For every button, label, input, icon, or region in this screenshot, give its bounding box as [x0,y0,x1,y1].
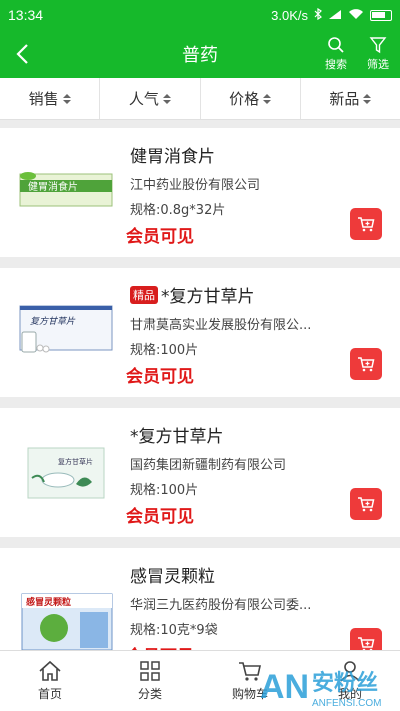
sort-by-price[interactable]: 价格 [201,78,301,119]
product-name: 健胃消食片 [130,147,215,167]
svg-text:健胃消食片: 健胃消食片 [28,180,78,193]
bluetooth-icon [314,7,322,23]
tab-label: 我的 [337,687,362,701]
tab-home[interactable]: 首页 [0,651,100,711]
home-icon [39,660,61,681]
product-price: 会员可见 [126,227,194,247]
cart-icon [239,662,261,681]
product-spec: 规格:100片 [130,483,199,498]
product-price: 会员可见 [126,507,194,527]
product-manufacturer: 江中药业股份有限公司 [130,178,261,193]
product-manufacturer: 甘肃莫高实业发展股份有限公... [130,318,312,333]
product-image: 健胃消食片 [19,172,113,207]
sort-arrows-icon [363,93,372,104]
search-button[interactable]: 搜索 [320,32,352,76]
tab-label: 分类 [137,687,162,701]
add-to-cart-button[interactable] [350,488,382,520]
product-price: 会员可见 [126,367,194,387]
product-spec: 规格:10克*9袋 [130,623,218,638]
premium-badge: 精品 [130,286,158,304]
filter-icon [369,37,387,54]
sort-by-sales[interactable]: 销售 [0,78,101,119]
product-list: 健胃消食片 健胃消食片 江中药业股份有限公司 规格:0.8g*32片 会员可见 … [0,128,400,650]
tab-profile[interactable]: 我的 [300,651,400,711]
product-card[interactable]: 复方甘草片 *复方甘草片 国药集团新疆制药有限公司 规格:100片 会员可见 [0,408,400,537]
product-image: 感冒灵颗粒 [21,593,113,650]
svg-text:感冒灵颗粒: 感冒灵颗粒 [26,596,71,608]
battery-icon [370,9,392,21]
clock: 13:34 [8,7,44,23]
filter-button[interactable]: 筛选 [362,32,394,76]
grid-icon [140,661,160,681]
network-speed: 3.0K/s [271,7,308,23]
product-image: 复方甘草片 [27,447,105,499]
product-price: 会员可见 [126,642,194,650]
sort-arrows-icon [62,93,71,104]
status-bar: 13:34 3.0K/s [0,0,400,30]
add-to-cart-button[interactable] [350,208,382,240]
user-icon [340,661,360,682]
product-manufacturer: 华润三九医药股份有限公司委... [130,598,312,613]
cart-plus-icon [358,357,375,372]
product-name: *复方甘草片 [130,427,224,447]
search-icon [328,37,344,53]
chevron-left-icon [16,44,28,64]
sort-bar: 销售 人气 价格 新品 [0,78,400,120]
sort-label: 销售 [28,90,59,108]
sort-label: 人气 [128,90,159,108]
product-name: 精品 *复方甘草片 [130,282,255,307]
back-button[interactable] [0,30,44,78]
product-card[interactable]: 健胃消食片 健胃消食片 江中药业股份有限公司 规格:0.8g*32片 会员可见 [0,128,400,257]
add-to-cart-button[interactable] [350,628,382,650]
product-card[interactable]: 感冒灵颗粒 感冒灵颗粒 华润三九医药股份有限公司委... 规格:10克*9袋 会… [0,548,400,650]
cart-plus-icon [358,637,375,650]
sort-label: 价格 [229,90,260,108]
product-image: 复方甘草片 [19,305,113,353]
sort-arrows-icon [263,93,272,104]
tab-cart[interactable]: 购物车 [200,651,300,711]
sort-by-newest[interactable]: 新品 [301,78,400,119]
tab-category[interactable]: 分类 [100,651,200,711]
filter-label: 筛选 [367,58,389,71]
tab-label: 购物车 [231,687,268,701]
sort-label: 新品 [329,90,360,108]
product-card[interactable]: 复方甘草片 精品 *复方甘草片 甘肃莫高实业发展股份有限公... 规格:100片 … [0,268,400,397]
sort-by-popularity[interactable]: 人气 [100,78,201,119]
cart-plus-icon [358,217,375,232]
app-header: 普药 搜索 筛选 [0,30,400,78]
tab-label: 首页 [37,687,62,701]
cart-plus-icon [358,497,375,512]
signal-icon [328,8,342,23]
wifi-icon [348,8,364,23]
bottom-tab-bar: 首页 分类 购物车 我的 [0,650,400,711]
product-spec: 规格:100片 [130,343,199,358]
svg-text:复方甘草片: 复方甘草片 [30,316,76,327]
svg-text:复方甘草片: 复方甘草片 [58,457,93,466]
sort-arrows-icon [162,93,171,104]
product-name-text: *复方甘草片 [161,287,255,307]
product-name: 感冒灵颗粒 [130,567,215,587]
status-icons: 3.0K/s [271,7,392,23]
search-label: 搜索 [325,58,347,71]
add-to-cart-button[interactable] [350,348,382,380]
product-manufacturer: 国药集团新疆制药有限公司 [130,458,287,473]
product-spec: 规格:0.8g*32片 [130,203,226,218]
